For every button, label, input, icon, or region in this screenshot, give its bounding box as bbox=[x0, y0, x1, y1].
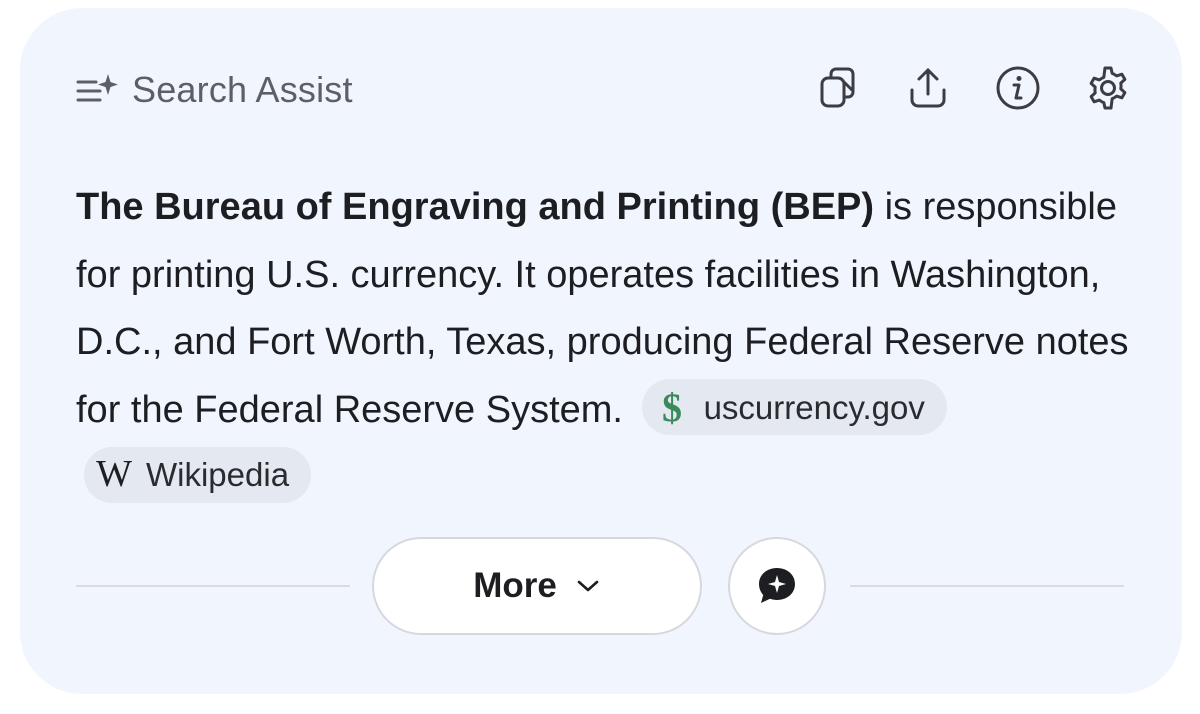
chat-button[interactable] bbox=[728, 537, 826, 635]
chevron-down-icon bbox=[577, 580, 599, 592]
more-label: More bbox=[473, 566, 557, 605]
search-assist-card: Search Assist The Bureau of Engraving an… bbox=[20, 8, 1182, 694]
svg-text:$: $ bbox=[662, 387, 682, 427]
copy-button[interactable] bbox=[810, 60, 866, 116]
chat-sparkle-icon bbox=[759, 568, 795, 603]
card-title: Search Assist bbox=[132, 69, 353, 110]
header-toolbar bbox=[810, 60, 1136, 116]
copy-icon bbox=[820, 67, 855, 108]
divider-right bbox=[850, 585, 1124, 587]
dollar-icon: $ bbox=[652, 387, 692, 427]
answer-text: The Bureau of Engraving and Printing (BE… bbox=[76, 174, 1136, 512]
wikipedia-icon: W bbox=[96, 453, 132, 496]
divider-left bbox=[76, 585, 350, 587]
share-icon bbox=[910, 68, 946, 108]
info-button[interactable] bbox=[990, 60, 1046, 116]
settings-button[interactable] bbox=[1080, 60, 1136, 116]
card-header: Search Assist bbox=[76, 64, 353, 116]
answer-bold-lead: The Bureau of Engraving and Printing (BE… bbox=[76, 186, 875, 228]
info-icon bbox=[996, 66, 1040, 110]
source-chip-wikipedia[interactable]: W Wikipedia bbox=[84, 446, 312, 503]
more-button[interactable]: More bbox=[372, 537, 702, 635]
share-button[interactable] bbox=[900, 60, 956, 116]
sparkle-list-icon bbox=[76, 70, 118, 110]
source-label: Wikipedia bbox=[146, 456, 290, 494]
source-label: uscurrency.gov bbox=[703, 388, 925, 426]
settings-icon bbox=[1089, 66, 1127, 110]
source-chip-uscurrency[interactable]: $ uscurrency.gov bbox=[641, 379, 947, 436]
